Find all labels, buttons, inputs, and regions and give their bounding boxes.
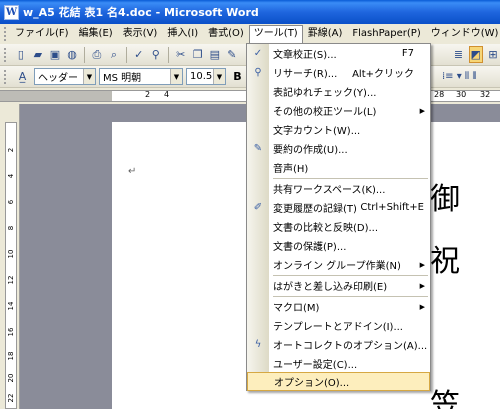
menu-item-research[interactable]: ⚲ リサーチ(R)... Alt+クリック xyxy=(247,63,430,82)
menu-item-options[interactable]: オプション(O)... xyxy=(247,372,430,391)
font-size-value: 10.5 xyxy=(190,71,213,82)
open-folder-icon[interactable]: ▰ xyxy=(31,46,45,63)
summary-icon: ✎ xyxy=(253,143,263,154)
menu-item-mail-merge[interactable]: はがきと差し込み印刷(E) ▶ xyxy=(247,276,430,295)
font-value: MS 明朝 xyxy=(103,73,142,84)
vertical-ruler[interactable]: 2 4 6 8 10 12 14 16 18 20 22 xyxy=(0,104,20,409)
permission-icon[interactable]: ◍ xyxy=(65,46,79,63)
style-select[interactable]: ヘッダー ▼ xyxy=(34,68,96,85)
ruler-number: 18 xyxy=(7,351,15,361)
submenu-arrow-icon: ▶ xyxy=(419,281,425,290)
ruler-number: 4 xyxy=(164,90,170,99)
ruler-number: 22 xyxy=(7,393,15,403)
submenu-arrow-icon: ▶ xyxy=(419,260,425,269)
menu-view[interactable]: 表示(V) xyxy=(118,25,163,43)
menu-table[interactable]: 罫線(A) xyxy=(303,25,348,43)
word-icon: W xyxy=(4,4,19,20)
toolbar-grip[interactable] xyxy=(4,47,7,62)
cut-icon[interactable]: ✂ xyxy=(174,46,188,63)
menu-file[interactable]: ファイル(F) xyxy=(10,25,74,43)
ruler-number: 12 xyxy=(7,275,15,285)
drawing-icon[interactable]: ⊞ xyxy=(486,46,500,63)
menu-edit[interactable]: 編集(E) xyxy=(74,25,118,43)
toolbar-grip[interactable] xyxy=(4,69,7,84)
menu-item-templates-addins[interactable]: テンプレートとアドイン(I)... xyxy=(247,316,430,335)
show-hide-icon[interactable]: ≣ xyxy=(451,46,465,63)
bold-button[interactable]: B xyxy=(229,68,246,85)
menu-item-protect-document[interactable]: 文書の保護(P)... xyxy=(247,236,430,255)
paste-icon[interactable]: ▤ xyxy=(208,46,222,63)
ruler-number: 16 xyxy=(7,327,15,337)
vertical-text-char: 祝 xyxy=(430,244,460,279)
font-size-select[interactable]: 10.5 ▼ xyxy=(186,68,226,85)
menu-item-compare-merge[interactable]: 文書の比較と反映(D)... xyxy=(247,217,430,236)
paragraph-mark: ↵ xyxy=(128,166,137,177)
menu-item-track-changes[interactable]: ✐ 変更履歴の記録(T) Ctrl+Shift+E xyxy=(247,198,430,217)
menu-item-macro[interactable]: マクロ(M) ▶ xyxy=(247,297,430,316)
new-document-icon[interactable]: ▯ xyxy=(14,46,28,63)
autocorrect-icon: ϟ xyxy=(254,339,262,350)
ruler-number: 20 xyxy=(7,373,15,383)
menu-tools[interactable]: ツール(T) xyxy=(248,25,303,43)
ruler-number: 32 xyxy=(480,90,491,99)
menu-item-online-collaboration[interactable]: オンライン グループ作業(N) ▶ xyxy=(247,255,430,274)
submenu-arrow-icon: ▶ xyxy=(419,106,425,115)
ruler-number: 10 xyxy=(7,249,15,259)
menu-item-customize[interactable]: ユーザー設定(C)... xyxy=(247,354,430,373)
print-preview-icon[interactable]: ⌕ xyxy=(107,46,121,63)
ruler-number: 8 xyxy=(7,225,15,231)
menu-item-autocorrect-options[interactable]: ϟ オートコレクトのオプション(A)... xyxy=(247,335,430,354)
toolbar-separator xyxy=(125,46,127,63)
vertical-text-char: 笠 xyxy=(430,388,460,409)
font-select[interactable]: MS 明朝 ▼ xyxy=(99,68,183,85)
menu-item-spelling[interactable]: ✓ 文章校正(S)... F7 xyxy=(247,44,430,63)
menubar-grip[interactable] xyxy=(4,27,6,41)
menu-item-shared-workspace[interactable]: 共有ワークスペース(K)... xyxy=(247,179,430,198)
menu-insert[interactable]: 挿入(I) xyxy=(162,25,203,43)
menu-item-speech[interactable]: 音声(H) xyxy=(247,158,430,177)
toolbar-separator xyxy=(84,46,85,63)
ruler-number: 14 xyxy=(7,301,15,311)
toolbar-right-glyphs[interactable]: ⁞≡ ▾ ⫴ ⫴ xyxy=(442,71,477,82)
spellcheck-icon: ✓ xyxy=(253,48,263,59)
menu-item-word-count[interactable]: 文字カウント(W)... xyxy=(247,120,430,139)
style-value: ヘッダー xyxy=(38,73,78,84)
spelling-icon[interactable]: ✓ xyxy=(132,46,146,63)
print-icon[interactable]: ⎙ xyxy=(90,46,104,63)
toolbar-separator xyxy=(167,46,169,63)
chevron-down-icon: ▼ xyxy=(170,69,182,84)
menu-bar: ファイル(F) 編集(E) 表示(V) 挿入(I) 書式(O) ツール(T) 罫… xyxy=(0,24,500,44)
tools-menu: ✓ 文章校正(S)... F7 ⚲ リサーチ(R)... Alt+クリック 表記… xyxy=(246,43,431,391)
vertical-text-char: 御 xyxy=(430,182,460,217)
format-painter-icon[interactable]: ✎ xyxy=(225,46,239,63)
menu-item-notation-check[interactable]: 表記ゆれチェック(Y)... xyxy=(247,82,430,101)
submenu-arrow-icon: ▶ xyxy=(419,302,425,311)
window-title: w_A5 花結 表1 名4.doc - Microsoft Word xyxy=(23,6,259,19)
styles-pane-icon[interactable]: A̲ xyxy=(14,68,31,85)
research-icon: ⚲ xyxy=(254,67,262,78)
save-icon[interactable]: ▣ xyxy=(48,46,62,63)
copy-icon[interactable]: ❐ xyxy=(191,46,205,63)
chevron-down-icon: ▼ xyxy=(213,69,225,84)
menu-flashpaper[interactable]: FlashPaper(P) xyxy=(347,25,425,43)
ruler-number: 2 xyxy=(145,90,151,99)
chevron-down-icon: ▼ xyxy=(83,69,95,84)
ruler-number: 2 xyxy=(7,147,15,153)
ruler-number: 30 xyxy=(456,90,467,99)
title-bar[interactable]: W w_A5 花結 表1 名4.doc - Microsoft Word xyxy=(0,0,500,24)
menu-window[interactable]: ウィンドウ(W) xyxy=(426,25,500,43)
menu-format[interactable]: 書式(O) xyxy=(203,25,249,43)
ruler-number: 6 xyxy=(7,199,15,205)
menu-item-auto-summarize[interactable]: ✎ 要約の作成(U)... xyxy=(247,139,430,158)
ruler-number: 28 xyxy=(434,90,445,99)
menu-item-other-proofing[interactable]: その他の校正ツール(L) ▶ xyxy=(247,101,430,120)
ruler-number: 4 xyxy=(7,173,15,179)
track-changes-icon: ✐ xyxy=(253,202,263,213)
reading-layout-icon[interactable]: ◩ xyxy=(468,46,483,63)
research-icon[interactable]: ⚲ xyxy=(149,46,163,63)
